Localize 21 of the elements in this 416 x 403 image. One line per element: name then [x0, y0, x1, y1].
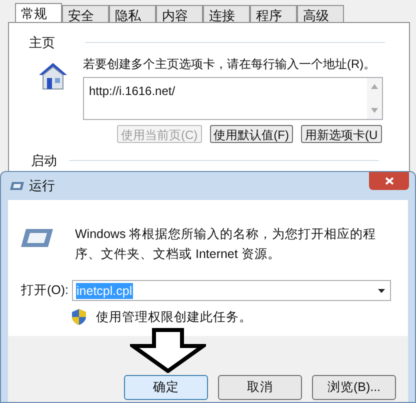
- section-title: 主页: [29, 34, 55, 52]
- admin-note: 使用管理权限创建此任务。: [96, 309, 252, 326]
- run-icon: [21, 228, 53, 248]
- section-title: 启动: [31, 152, 57, 170]
- home-page-button[interactable]: 用新选项卡(U: [301, 124, 382, 142]
- home-page-button[interactable]: 使用默认值(F): [210, 124, 293, 142]
- house-icon: [37, 60, 69, 90]
- dialog-button[interactable]: 取消: [218, 375, 302, 400]
- dialog-button[interactable]: 确定: [124, 375, 208, 400]
- run-icon: [10, 181, 24, 191]
- window-title: 运行: [29, 177, 55, 196]
- open-label: 打开(O):: [21, 282, 69, 300]
- close-icon: [384, 177, 394, 185]
- down-arrow-icon: [130, 328, 206, 373]
- tab[interactable]: 常规: [15, 3, 62, 23]
- dropdown-arrow-icon[interactable]: [378, 288, 385, 292]
- dialog-button[interactable]: 浏览(B)...: [312, 375, 396, 400]
- description-text: Windows 将根据您所输入的名称，为您打开相应的程序、文件夹、文档或 Internet 资源。: [75, 226, 378, 263]
- shield-icon: [72, 309, 86, 326]
- close-button[interactable]: [369, 172, 409, 190]
- instruction-text: 若要创建多个主页选项卡，请在每行输入一个地址(R)。: [83, 56, 377, 72]
